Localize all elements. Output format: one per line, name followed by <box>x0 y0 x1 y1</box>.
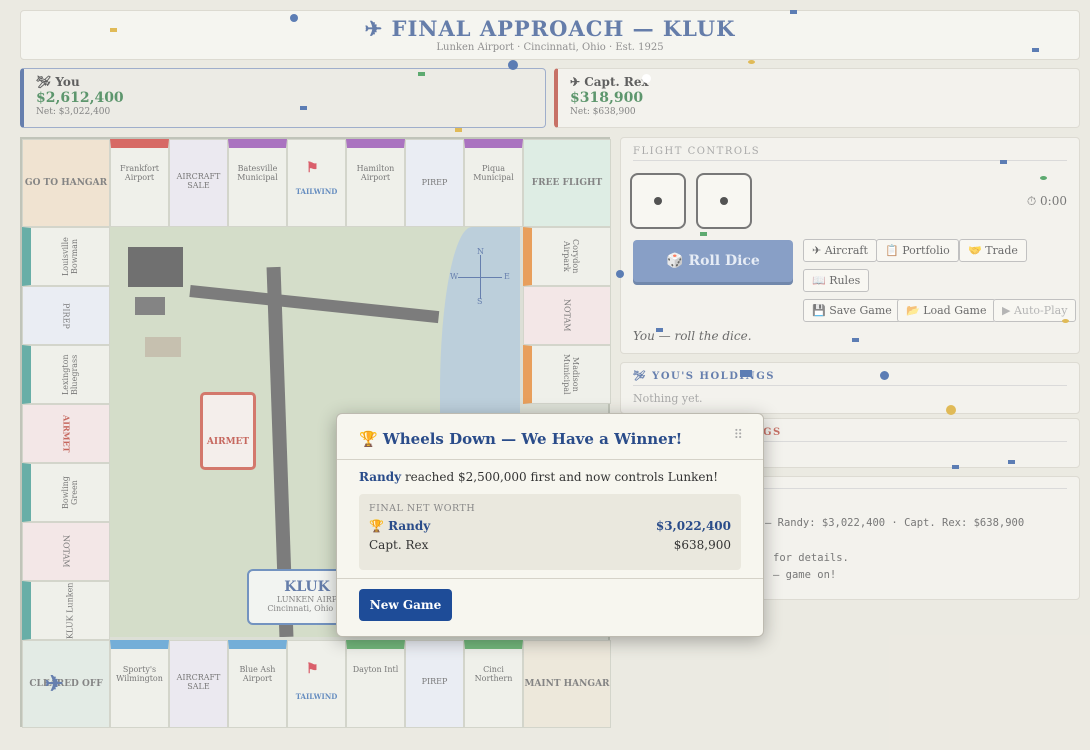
row-value: $3,022,400 <box>655 519 731 533</box>
row-name: 🏆 Randy <box>369 519 431 533</box>
net-worth-row: Capt. Rex $638,900 <box>369 538 731 552</box>
net-worth-header: FINAL NET WORTH <box>369 503 476 514</box>
dialog-title: 🏆 Wheels Down — We Have a Winner! <box>337 414 763 460</box>
row-value: $638,900 <box>673 538 731 552</box>
net-worth-box: FINAL NET WORTH 🏆 Randy $3,022,400 Capt. … <box>359 494 741 570</box>
winner-dialog: 🏆 Wheels Down — We Have a Winner! ⠿ Rand… <box>336 413 764 637</box>
modal-backdrop[interactable] <box>0 0 1090 750</box>
winner-name: Randy <box>359 470 402 484</box>
divider <box>337 578 763 579</box>
row-name: Capt. Rex <box>369 538 429 552</box>
winner-message: Randy reached $2,500,000 first and now c… <box>359 470 718 484</box>
winner-message-text: reached $2,500,000 first and now control… <box>401 470 719 484</box>
net-worth-row: 🏆 Randy $3,022,400 <box>369 519 731 533</box>
new-game-button[interactable]: New Game <box>359 589 452 621</box>
drag-handle-icon[interactable]: ⠿ <box>733 428 743 443</box>
